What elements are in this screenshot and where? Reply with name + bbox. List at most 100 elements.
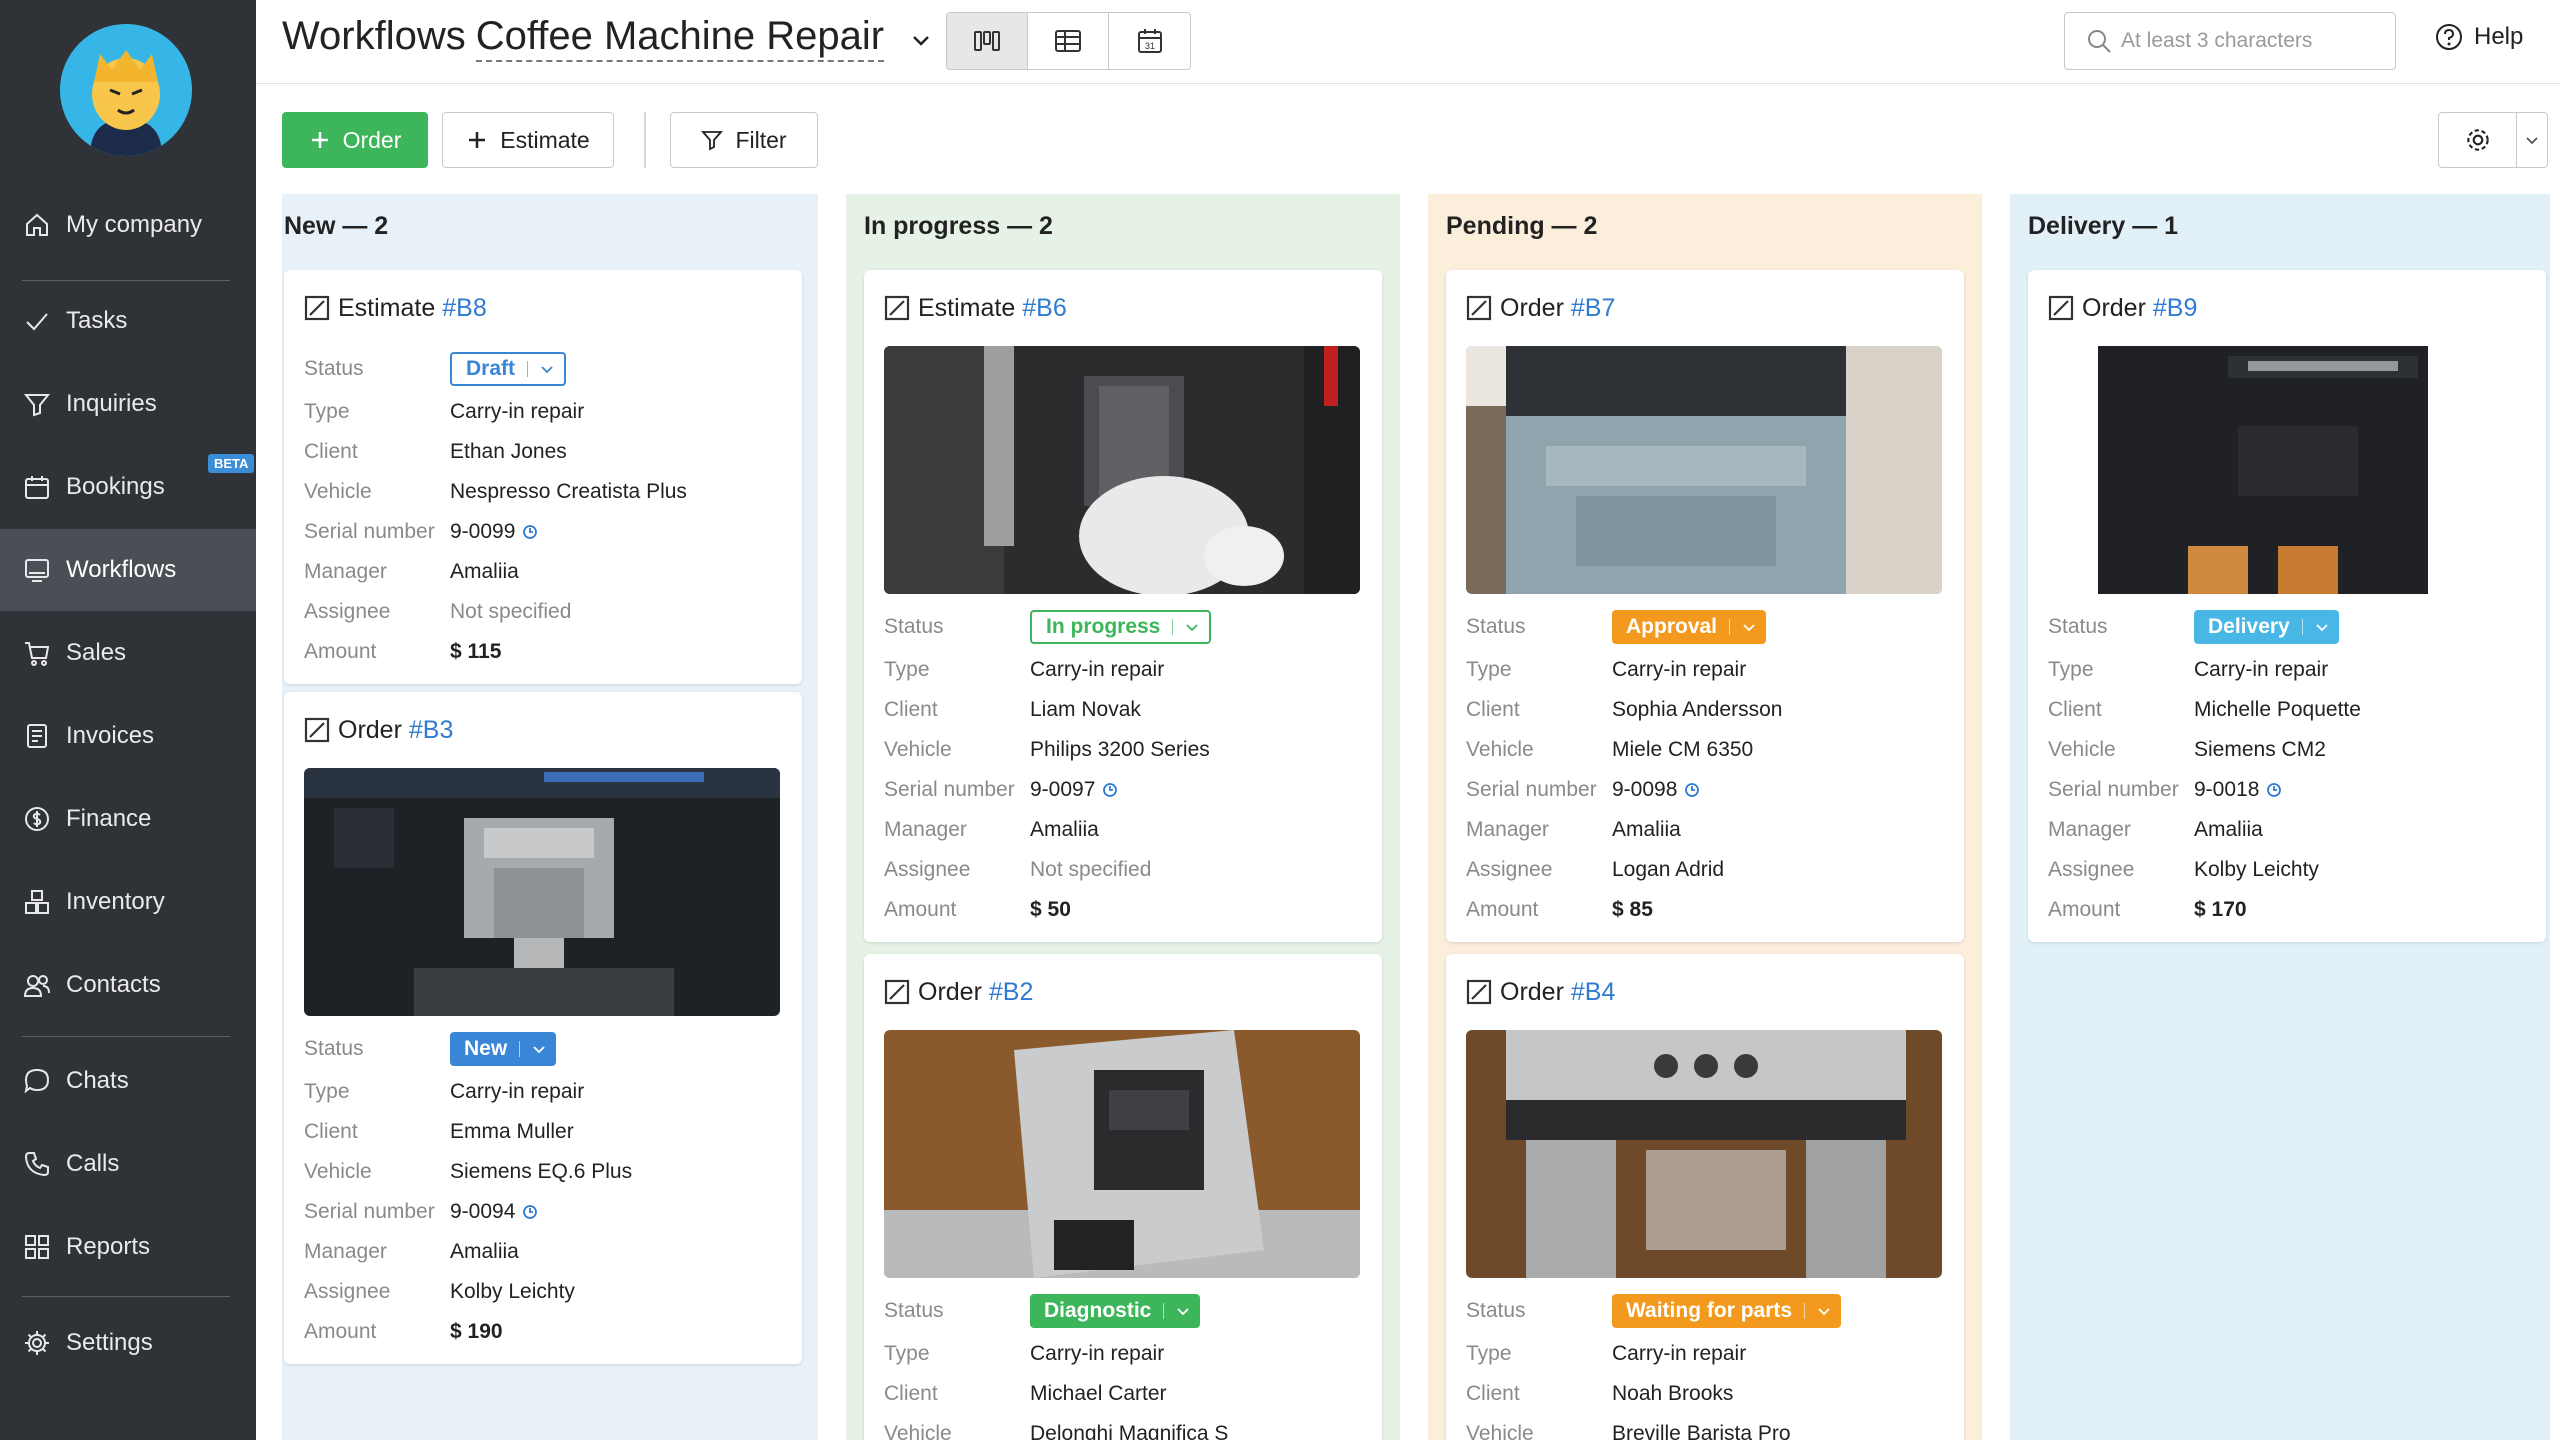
copy-icon[interactable] xyxy=(521,1203,539,1221)
status-dropdown[interactable]: Delivery xyxy=(2194,610,2339,644)
sidebar-item-settings[interactable]: Settings xyxy=(0,1302,256,1384)
sidebar-item-contacts[interactable]: Contacts xyxy=(0,944,256,1026)
card-number-link[interactable]: #B8 xyxy=(442,294,486,323)
field-label: Vehicle xyxy=(2048,738,2116,761)
chevron-down-icon xyxy=(1177,1308,1189,1316)
vehicle-value: Breville Barista Pro xyxy=(1612,1422,1791,1440)
machine-photo xyxy=(1466,1030,1942,1278)
edit-icon[interactable] xyxy=(884,295,910,321)
workflow-card[interactable]: Order #B3 Status New Type Carry-in repai… xyxy=(284,692,802,1364)
edit-icon[interactable] xyxy=(304,717,330,743)
filter-button[interactable]: Filter xyxy=(670,112,818,168)
sidebar-item-calls[interactable]: Calls xyxy=(0,1123,256,1205)
sidebar-item-workflows[interactable]: Workflows xyxy=(0,529,256,611)
card-number-link[interactable]: #B3 xyxy=(409,716,453,745)
status-row: Status Draft xyxy=(304,346,782,392)
copy-icon[interactable] xyxy=(521,523,539,541)
manager-row: Manager Amaliia xyxy=(884,810,1362,850)
serial-value: 9-0094 xyxy=(450,1200,539,1224)
card-number-link[interactable]: #B7 xyxy=(1571,294,1615,323)
status-dropdown[interactable]: Draft xyxy=(450,352,567,386)
status-dropdown[interactable]: Diagnostic xyxy=(1030,1294,1201,1328)
workflow-card[interactable]: Order #B9 Status Delivery Type Carry-in r… xyxy=(2028,270,2546,942)
edit-icon[interactable] xyxy=(1466,295,1492,321)
machine-photo xyxy=(884,346,1360,594)
card-header: Order #B9 xyxy=(2048,270,2526,346)
table-view-button[interactable] xyxy=(1028,13,1109,69)
edit-icon[interactable] xyxy=(304,295,330,321)
field-label: Serial number xyxy=(2048,778,2179,801)
copy-icon[interactable] xyxy=(1683,781,1701,799)
status-dropdown[interactable]: New xyxy=(450,1032,557,1066)
boxes-icon xyxy=(22,887,52,917)
settings-gear[interactable] xyxy=(2439,113,2517,167)
search-input[interactable] xyxy=(2121,29,2381,53)
status-row: Status In progress xyxy=(884,604,1362,650)
page-title-main: Workflows xyxy=(282,14,466,58)
edit-icon[interactable] xyxy=(2048,295,2074,321)
status-dropdown[interactable]: In progress xyxy=(1030,610,1212,644)
status-dropdown[interactable]: Waiting for parts xyxy=(1612,1294,1842,1328)
copy-icon[interactable] xyxy=(1101,781,1119,799)
sidebar-item-label: Inquiries xyxy=(66,390,157,417)
status-row: Status New xyxy=(304,1026,782,1072)
workflow-card[interactable]: Order #B2 Status Diagnostic Type Carry-in… xyxy=(864,954,1382,1440)
sidebar-item-my-company[interactable]: My company xyxy=(0,184,256,266)
status-label: New xyxy=(464,1037,508,1060)
user-avatar[interactable] xyxy=(60,24,192,156)
workflow-card[interactable]: Order #B4 Status Waiting for parts Type C… xyxy=(1446,954,1964,1440)
chevron-down-icon[interactable] xyxy=(906,26,936,56)
settings-dropdown[interactable] xyxy=(2517,113,2547,167)
type-row: Type Carry-in repair xyxy=(1466,650,1944,690)
beta-badge: BETA xyxy=(208,454,255,473)
search-box xyxy=(2064,12,2396,70)
field-label: Type xyxy=(304,400,350,423)
sidebar-item-finance[interactable]: Finance xyxy=(0,778,256,860)
sidebar-item-label: Sales xyxy=(66,639,127,666)
kanban-view-button[interactable] xyxy=(947,13,1028,69)
field-label: Amount xyxy=(1466,898,1539,921)
sidebar-item-label: Invoices xyxy=(66,722,155,749)
add-estimate-button[interactable]: Estimate xyxy=(442,112,614,168)
status-row: Status Delivery xyxy=(2048,604,2526,650)
status-dropdown[interactable]: Approval xyxy=(1612,610,1767,644)
card-number-link[interactable]: #B6 xyxy=(1022,294,1066,323)
card-number-link[interactable]: #B4 xyxy=(1571,978,1615,1007)
sidebar-item-inquiries[interactable]: Inquiries xyxy=(0,363,256,445)
field-label: Amount xyxy=(2048,898,2121,921)
workflow-card[interactable]: Order #B7 Status Approval Type Carry-in r… xyxy=(1446,270,1964,942)
calendar-view-button[interactable]: 31 xyxy=(1109,13,1190,69)
edit-icon[interactable] xyxy=(1466,979,1492,1005)
field-label: Client xyxy=(1466,1382,1520,1405)
help-button[interactable]: Help xyxy=(2434,22,2523,52)
sidebar-item-inventory[interactable]: Inventory xyxy=(0,861,256,943)
status-label: Waiting for parts xyxy=(1626,1299,1793,1322)
client-row: Client Sophia Andersson xyxy=(1466,690,1944,730)
workflow-card[interactable]: Estimate #B8 Status Draft Type Carry-in r… xyxy=(284,270,802,684)
sidebar-item-chats[interactable]: Chats xyxy=(0,1040,256,1122)
client-value: Sophia Andersson xyxy=(1612,698,1783,721)
manager-row: Manager Amaliia xyxy=(2048,810,2526,850)
sidebar-item-tasks[interactable]: Tasks xyxy=(0,280,256,362)
field-label: Assignee xyxy=(304,600,391,623)
field-label: Client xyxy=(884,1382,938,1405)
copy-icon[interactable] xyxy=(2265,781,2283,799)
sidebar-item-reports[interactable]: Reports xyxy=(0,1206,256,1288)
sidebar-item-sales[interactable]: Sales xyxy=(0,612,256,694)
assignee-value: Not specified xyxy=(1030,858,1152,881)
client-value: Emma Muller xyxy=(450,1120,574,1143)
board-settings-button[interactable] xyxy=(2438,112,2548,168)
serial-text: 9-0018 xyxy=(2194,778,2260,801)
status-divider xyxy=(527,361,529,377)
card-number-link[interactable]: #B9 xyxy=(2153,294,2197,323)
workflow-selector[interactable]: Coffee Machine Repair xyxy=(475,14,885,62)
field-label: Assignee xyxy=(884,858,971,881)
sidebar-item-invoices[interactable]: Invoices xyxy=(0,695,256,777)
sidebar-item-label: Bookings xyxy=(66,473,165,500)
workflow-card[interactable]: Estimate #B6 Status In progress Type Car… xyxy=(864,270,1382,942)
edit-icon[interactable] xyxy=(884,979,910,1005)
field-label: Vehicle xyxy=(304,1160,372,1183)
chevron-down-icon xyxy=(533,1046,545,1054)
card-number-link[interactable]: #B2 xyxy=(989,978,1033,1007)
add-order-button[interactable]: Order xyxy=(282,112,428,168)
